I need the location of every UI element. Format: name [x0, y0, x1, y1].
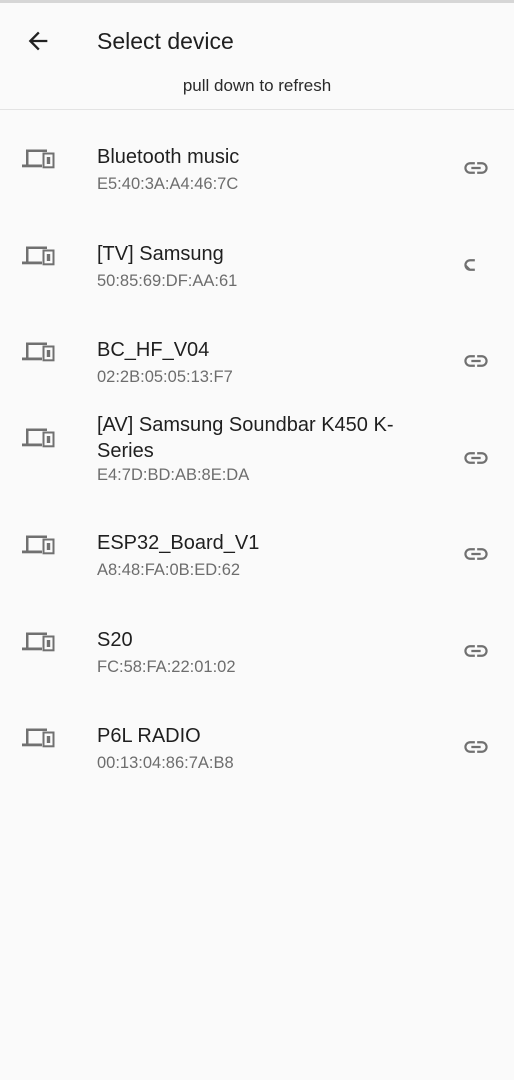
link-icon [464, 644, 488, 657]
device-address: 02:2B:05:05:13:F7 [97, 368, 233, 386]
link-icon [464, 355, 488, 367]
link-icon [464, 162, 488, 174]
device-address: 00:13:04:86:7A:B8 [97, 754, 234, 772]
device-name: [TV] Samsung [97, 242, 224, 265]
devices-icon [22, 728, 55, 748]
connect-button[interactable] [458, 633, 494, 669]
device-row[interactable]: Bluetooth music E5:40:3A:A4:46:7C [0, 110, 514, 207]
devices-icon [22, 535, 55, 555]
devices-icon [22, 246, 55, 265]
device-info: ESP32_Board_V1 A8:48:FA:0B:ED:62 [97, 530, 437, 580]
link-icon [464, 741, 488, 753]
device-address: E4:7D:BD:AB:8E:DA [97, 465, 250, 484]
device-name: [AV] Samsung Soundbar K450 K-Series [97, 413, 394, 462]
device-row[interactable]: BC_HF_V04 02:2B:05:05:13:F7 [0, 303, 514, 400]
app-bar: Select device [0, 3, 514, 75]
device-info: P6L RADIO 00:13:04:86:7A:B8 [97, 723, 437, 773]
devices-icon [22, 428, 55, 447]
device-row[interactable]: [AV] Samsung Soundbar K450 K-Series E4:7… [0, 400, 514, 497]
device-info: [AV] Samsung Soundbar K450 K-Series E4:7… [97, 412, 437, 485]
device-row[interactable]: S20 FC:58:FA:22:01:02 [0, 593, 514, 690]
connect-button[interactable] [458, 440, 494, 476]
device-row[interactable]: ESP32_Board_V1 A8:48:FA:0B:ED:62 [0, 496, 514, 593]
device-name: Bluetooth music [97, 146, 240, 168]
device-info: BC_HF_V04 02:2B:05:05:13:F7 [97, 337, 437, 387]
device-info: [TV] Samsung 50:85:69:DF:AA:61 [97, 241, 437, 291]
page-title: Select device [97, 28, 234, 54]
arrow-back-icon [28, 31, 48, 51]
device-address: 50:85:69:DF:AA:61 [97, 271, 238, 290]
connect-button[interactable] [458, 247, 494, 283]
link-icon [464, 451, 488, 464]
devices-icon [22, 342, 55, 362]
device-address: E5:40:3A:A4:46:7C [97, 175, 239, 193]
device-info: S20 FC:58:FA:22:01:02 [97, 627, 437, 677]
device-address: FC:58:FA:22:01:02 [97, 657, 236, 676]
connect-button[interactable] [458, 729, 494, 765]
device-row[interactable]: P6L RADIO 00:13:04:86:7A:B8 [0, 689, 514, 786]
link-icon [464, 548, 488, 560]
device-name: S20 [97, 628, 133, 651]
device-name: P6L RADIO [97, 725, 201, 747]
device-row[interactable]: [TV] Samsung 50:85:69:DF:AA:61 [0, 207, 514, 304]
devices-icon [22, 149, 55, 169]
devices-icon [22, 632, 55, 651]
connect-button[interactable] [458, 343, 494, 379]
device-name: ESP32_Board_V1 [97, 532, 260, 554]
device-list: Bluetooth music E5:40:3A:A4:46:7C [TV] S… [0, 110, 514, 786]
device-name: BC_HF_V04 [97, 339, 210, 361]
device-address: A8:48:FA:0B:ED:62 [97, 561, 241, 579]
connect-button[interactable] [458, 536, 494, 572]
device-info: Bluetooth music E5:40:3A:A4:46:7C [97, 144, 437, 194]
connect-button[interactable] [458, 150, 494, 186]
refresh-hint: pull down to refresh [182, 76, 332, 95]
back-button[interactable] [14, 21, 62, 61]
link-icon [464, 258, 475, 271]
